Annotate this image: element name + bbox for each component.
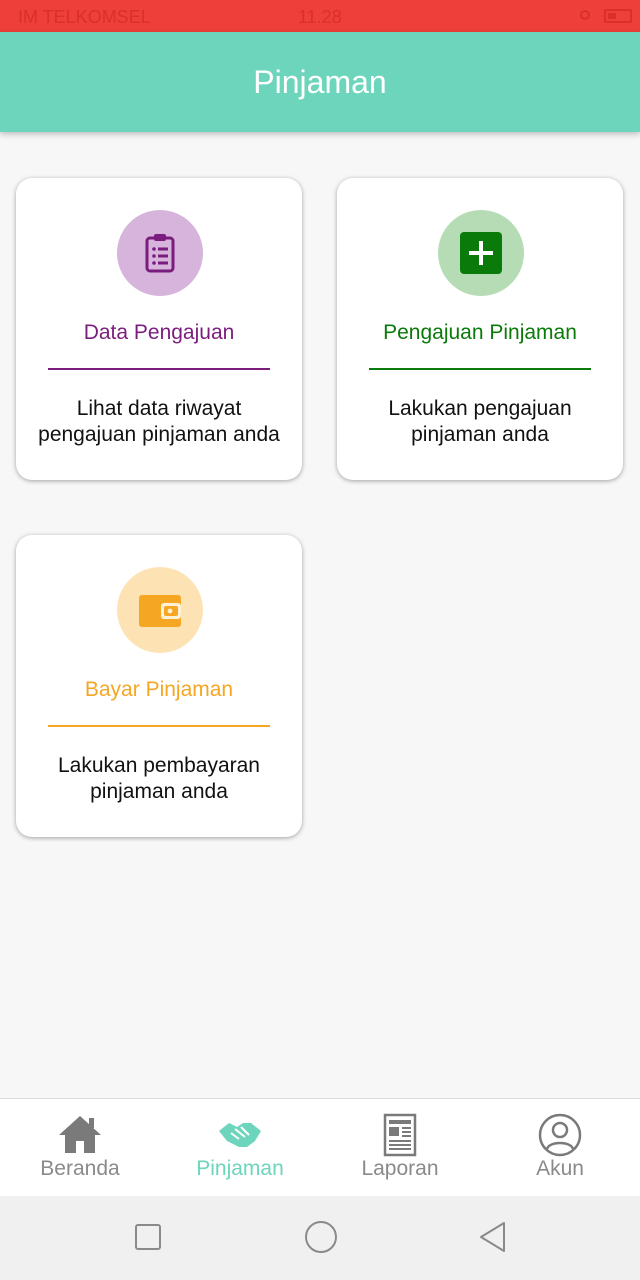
recent-apps-button[interactable] (97, 1196, 197, 1280)
page-title: Pinjaman (253, 64, 387, 100)
app-bar: Pinjaman (0, 32, 640, 132)
card-icon-circle (438, 210, 524, 296)
card-divider (369, 368, 591, 370)
square-icon (135, 1224, 161, 1250)
card-title: Pengajuan Pinjaman (383, 321, 577, 344)
battery-icon (604, 9, 632, 23)
card-icon-circle (117, 567, 203, 653)
circle-icon (305, 1221, 337, 1253)
status-bar: IM TELKOMSEL 11.28 (0, 0, 640, 32)
bottom-navigation: Beranda Pinjaman Laporan Akun (0, 1098, 640, 1197)
card-description: Lakukan pembayaran pinjaman anda (58, 754, 260, 803)
clock: 11.28 (298, 7, 342, 27)
card-divider (48, 368, 270, 370)
home-button[interactable] (270, 1196, 370, 1280)
plus-box-icon (460, 232, 502, 274)
triangle-back-icon (480, 1222, 505, 1252)
card-description: Lakukan pengajuan pinjaman anda (388, 397, 572, 446)
alarm-icon (580, 10, 590, 20)
nav-item-pinjaman[interactable]: Pinjaman (160, 1099, 320, 1197)
nav-label: Pinjaman (196, 1157, 284, 1180)
handshake-icon (219, 1123, 261, 1147)
nav-item-beranda[interactable]: Beranda (0, 1099, 160, 1197)
system-navigation-bar (0, 1196, 640, 1280)
newspaper-icon (383, 1113, 417, 1157)
nav-item-laporan[interactable]: Laporan (320, 1099, 480, 1197)
home-icon (59, 1116, 101, 1153)
card-pengajuan-pinjaman[interactable]: Pengajuan Pinjaman Lakukan pengajuan pin… (337, 178, 623, 480)
carrier-label: IM TELKOMSEL (18, 7, 151, 27)
nav-item-akun[interactable]: Akun (480, 1099, 640, 1197)
card-title: Data Pengajuan (83, 321, 235, 344)
clipboard-list-icon (145, 234, 175, 273)
nav-label: Beranda (40, 1157, 120, 1180)
card-divider (48, 725, 270, 727)
card-bayar-pinjaman[interactable]: Bayar Pinjaman Lakukan pembayaran pinjam… (16, 535, 302, 837)
nav-label: Laporan (361, 1157, 439, 1180)
card-description: Lihat data riwayat pengajuan pinjaman an… (38, 397, 280, 446)
card-data-pengajuan[interactable]: Data Pengajuan Lihat data riwayat pengaj… (16, 178, 302, 480)
wallet-icon (139, 595, 181, 627)
back-button[interactable] (442, 1196, 542, 1280)
nav-label: Akun (536, 1157, 584, 1180)
card-icon-circle (117, 210, 203, 296)
card-title: Bayar Pinjaman (84, 678, 234, 701)
user-circle-icon (538, 1113, 582, 1157)
